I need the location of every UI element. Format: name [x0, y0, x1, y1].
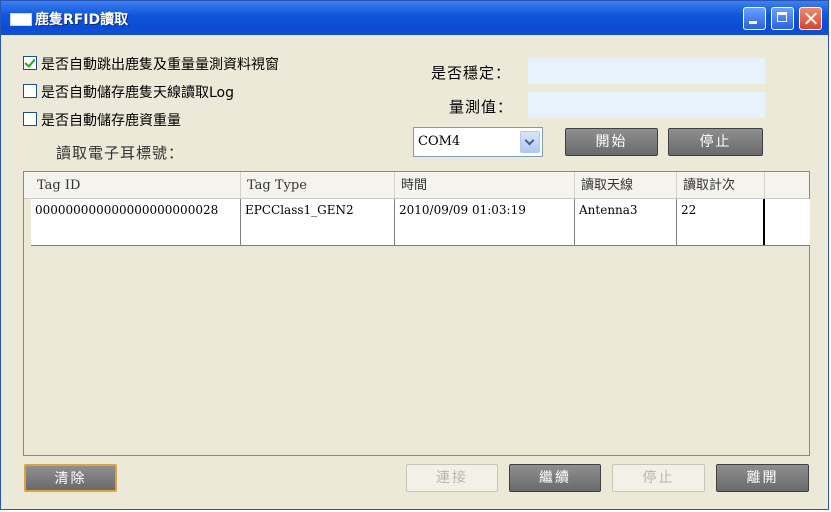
row-filler: [782, 199, 810, 223]
minimize-button[interactable]: [743, 7, 766, 30]
app-icon: [10, 13, 32, 26]
connect-button[interactable]: 連接: [406, 464, 498, 492]
stable-label: 是否穩定：: [431, 64, 512, 82]
table-row[interactable]: 000000000000000000000028 EPCClass1_GEN2 …: [31, 199, 782, 223]
cell-tag-type: EPCClass1_GEN2: [241, 199, 395, 222]
stop-button[interactable]: 停止: [668, 128, 763, 156]
chevron-down-icon[interactable]: [520, 131, 540, 153]
cell-tag-id: 000000000000000000000028: [31, 199, 241, 222]
auto-popup-checkbox[interactable]: [23, 56, 37, 70]
com-port-select[interactable]: COM4: [413, 127, 543, 157]
cell-time: 2010/09/09 01:03:19: [395, 199, 575, 222]
com-port-value: COM4: [418, 134, 461, 149]
auto-save-weight-label: 是否自動儲存鹿資重量: [41, 113, 181, 129]
column-header-antenna[interactable]: 讀取天線: [575, 172, 677, 198]
bottom-stop-button[interactable]: 停止: [612, 464, 705, 492]
table-row[interactable]: [31, 222, 782, 246]
cell-count: [677, 222, 765, 245]
exit-button[interactable]: 離開: [716, 464, 809, 492]
cell-antenna: [575, 222, 677, 245]
clear-button[interactable]: 清除: [24, 464, 117, 492]
cell-time: [395, 222, 575, 245]
cell-antenna: Antenna3: [575, 199, 677, 222]
continue-button[interactable]: 繼續: [509, 464, 601, 492]
table-header: Tag ID Tag Type 時間 讀取天線 讀取計次: [24, 172, 809, 199]
tag-table: Tag ID Tag Type 時間 讀取天線 讀取計次 00000000000…: [23, 171, 810, 456]
measure-label: 量測值：: [449, 98, 514, 116]
stable-value-box: [528, 58, 765, 84]
read-tag-label: 讀取電子耳標號：: [56, 144, 185, 162]
maximize-button[interactable]: [771, 7, 794, 30]
column-header-time[interactable]: 時間: [395, 172, 575, 198]
column-header-tag-type[interactable]: Tag Type: [241, 172, 395, 198]
rfid-window: 鹿隻RFID讀取 是否自動跳出鹿隻及重量量測資料視窗 是否自動儲存鹿隻天線讀取L…: [0, 0, 829, 510]
auto-save-log-checkbox[interactable]: [23, 84, 37, 98]
measure-value-box: [528, 92, 765, 118]
auto-save-weight-checkbox[interactable]: [23, 112, 37, 126]
close-button[interactable]: [799, 7, 822, 30]
column-header-count[interactable]: 讀取計次: [677, 172, 765, 198]
cell-tag-type: [241, 222, 395, 245]
cell-count: 22: [677, 199, 765, 222]
cell-tag-id: [31, 222, 241, 245]
auto-save-log-label: 是否自動儲存鹿隻天線讀取Log: [41, 85, 235, 101]
window-title: 鹿隻RFID讀取: [35, 12, 129, 28]
title-bar[interactable]: 鹿隻RFID讀取: [1, 1, 828, 35]
start-button[interactable]: 開始: [565, 128, 658, 156]
column-header-tag-id[interactable]: Tag ID: [31, 172, 241, 198]
row-filler: [782, 222, 810, 246]
auto-popup-label: 是否自動跳出鹿隻及重量量測資料視窗: [41, 57, 279, 73]
